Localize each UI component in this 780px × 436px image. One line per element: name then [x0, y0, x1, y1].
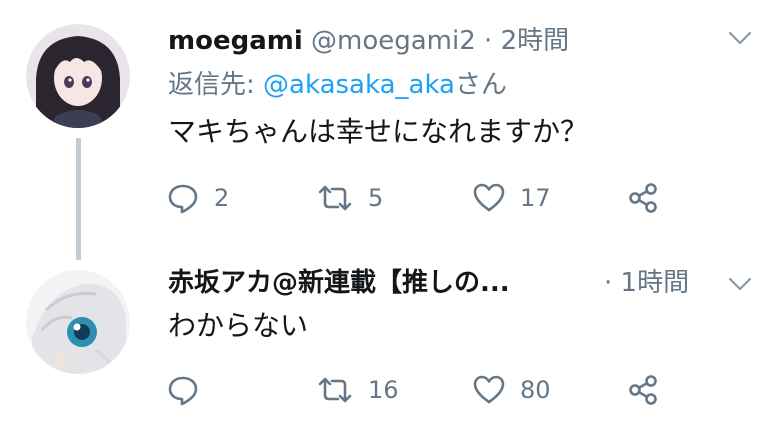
like-button[interactable]: 80 [472, 370, 551, 410]
retweet-button[interactable]: 16 [316, 370, 399, 410]
timestamp[interactable]: 2時間 [501, 26, 570, 56]
tweet-text: マキちゃんは幸せになれますか？ [168, 115, 589, 148]
chevron-down-icon[interactable] [728, 30, 752, 46]
reply-icon [166, 182, 200, 214]
avatar-image [26, 24, 130, 128]
retweet-count: 5 [368, 184, 384, 212]
tweet[interactable]: 赤坂アカ@新連載【推しの... · 1時間 わからない 16 80 [0, 250, 780, 436]
tweet-text: わからない [168, 309, 309, 342]
tweet-header: moegami @moegami2 · 2時間 [168, 24, 569, 58]
action-bar: 16 80 [166, 370, 686, 410]
author-name[interactable]: moegami [168, 26, 303, 56]
action-bar: 2 5 17 [166, 178, 686, 218]
reply-suffix: さん [454, 70, 507, 100]
avatar[interactable] [26, 270, 130, 374]
reply-prefix: 返信先: [168, 70, 264, 100]
reply-button[interactable] [166, 370, 214, 410]
reply-count: 2 [214, 184, 230, 212]
share-button[interactable] [626, 178, 660, 218]
retweet-icon [316, 375, 354, 405]
reply-icon [166, 374, 200, 406]
avatar-image [26, 270, 130, 374]
retweet-count: 16 [368, 376, 399, 404]
reply-button[interactable]: 2 [166, 178, 229, 218]
heart-icon [472, 182, 506, 214]
like-count: 17 [520, 184, 551, 212]
heart-icon [472, 374, 506, 406]
avatar[interactable] [26, 24, 130, 128]
share-icon [626, 373, 660, 407]
author-handle[interactable]: @moegami2 [311, 26, 476, 56]
retweet-button[interactable]: 5 [316, 178, 383, 218]
reply-mention[interactable]: @akasaka_aka [263, 70, 455, 100]
like-button[interactable]: 17 [472, 178, 551, 218]
retweet-icon [316, 183, 354, 213]
reply-context: 返信先: @akasaka_akaさん [168, 68, 507, 102]
separator-dot: · [604, 268, 613, 298]
share-icon [626, 181, 660, 215]
separator-dot: · [484, 26, 493, 56]
timestamp-group: · 1時間 [604, 266, 689, 300]
share-button[interactable] [626, 370, 660, 410]
tweet[interactable]: moegami @moegami2 · 2時間 返信先: @akasaka_ak… [0, 0, 780, 260]
chevron-down-icon[interactable] [728, 276, 752, 292]
author-name[interactable]: 赤坂アカ@新連載【推しの... [168, 268, 510, 298]
thread-line [76, 138, 81, 260]
like-count: 80 [520, 376, 551, 404]
timestamp[interactable]: 1時間 [621, 268, 690, 298]
tweet-header: 赤坂アカ@新連載【推しの... · 1時間 [168, 266, 689, 300]
